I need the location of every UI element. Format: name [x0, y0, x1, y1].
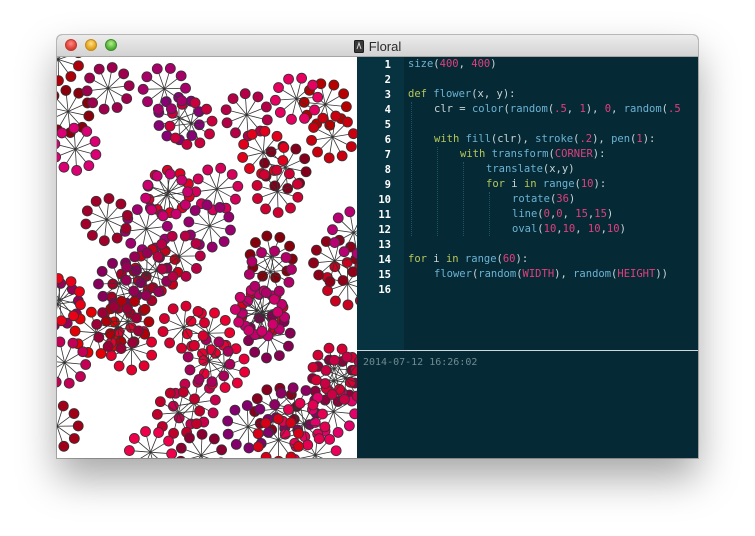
flower [306, 110, 357, 164]
code-line-3[interactable]: def flower(x, y): [408, 87, 516, 102]
line-number: 6 [384, 134, 391, 146]
line-number: 13 [378, 239, 391, 251]
line-number: 3 [384, 89, 391, 101]
code-line-4[interactable]: clr = color(random(.5, 1), 0, random(.5 [434, 102, 681, 117]
indent-guide [489, 192, 490, 236]
flower [327, 206, 357, 259]
line-number: 8 [384, 164, 391, 176]
flower [157, 300, 210, 354]
output-console[interactable]: 2014-07-12 16:26:02 [357, 351, 698, 458]
flower [140, 168, 194, 222]
line-number: 16 [378, 284, 391, 296]
flower [57, 57, 84, 87]
indent-guide [463, 162, 464, 236]
code-line-14[interactable]: for i in range(60): [408, 252, 528, 267]
code-line-1[interactable]: size(400, 400) [408, 57, 497, 72]
drawing-canvas[interactable] [57, 57, 357, 458]
flower [57, 336, 92, 389]
indent-guide [437, 147, 438, 236]
line-number: 14 [378, 254, 391, 266]
line-number: 10 [378, 194, 391, 206]
code-line-7[interactable]: with transform(CORNER): [460, 147, 605, 162]
window-title: Floral [368, 38, 402, 54]
code-line-10[interactable]: rotate(36) [512, 192, 575, 207]
flower [270, 72, 324, 125]
app-window: Floral 1 2 3 4 5 6 7 8 9 10 11 12 13 14 15 16 size(400,… [57, 35, 698, 458]
line-number: 15 [378, 269, 391, 281]
code-line-8[interactable]: translate(x,y) [486, 162, 575, 177]
floral-drawing [57, 57, 357, 458]
line-number: 9 [384, 179, 391, 191]
code-line-12[interactable]: oval(10,10, 10,10) [512, 222, 626, 237]
flower [57, 400, 84, 452]
code-line-15[interactable]: flower(random(WIDTH), random(HEIGHT)) [434, 267, 668, 282]
line-number: 1 [384, 59, 391, 71]
line-number: 11 [378, 209, 391, 221]
document-icon [353, 39, 364, 53]
line-gutter: 1 2 3 4 5 6 7 8 9 10 11 12 13 14 15 16 [357, 57, 404, 350]
code-line-6[interactable]: with fill(clr), stroke(.2), pen(1): [434, 132, 655, 147]
line-number: 7 [384, 149, 391, 161]
console-timestamp: 2014-07-12 16:26:02 [363, 357, 478, 368]
flower [81, 62, 135, 115]
code-editor[interactable]: 1 2 3 4 5 6 7 8 9 10 11 12 13 14 15 16 size(400, 400) d… [357, 57, 698, 350]
indent-guide [411, 102, 412, 236]
line-number: 12 [378, 224, 391, 236]
flower [80, 193, 133, 247]
flower [251, 164, 304, 218]
title-wrap: Floral [57, 35, 698, 57]
code-line-11[interactable]: line(0,0, 15,15) [512, 207, 613, 222]
title-bar[interactable]: Floral [57, 35, 698, 57]
line-number: 2 [384, 74, 391, 86]
line-number: 5 [384, 119, 391, 131]
line-number: 4 [384, 104, 391, 116]
code-line-9[interactable]: for i in range(10): [486, 177, 606, 192]
